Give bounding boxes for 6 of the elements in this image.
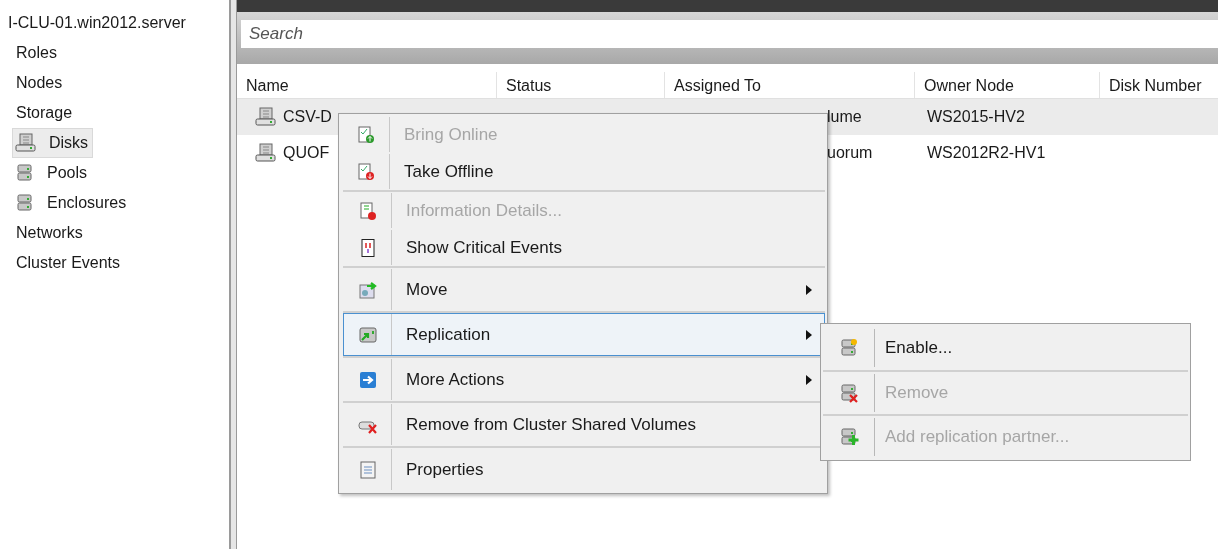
table-cell-text: WS2012R2-HV1 — [927, 143, 1046, 163]
table-cell-text: QUOF — [283, 143, 330, 163]
table-cell-text: WS2015-HV2 — [927, 107, 1025, 127]
table-cell-text: uorum — [827, 143, 873, 163]
table-cell-text: CSV-D — [283, 107, 332, 127]
table-cell-text: lume — [827, 107, 862, 127]
